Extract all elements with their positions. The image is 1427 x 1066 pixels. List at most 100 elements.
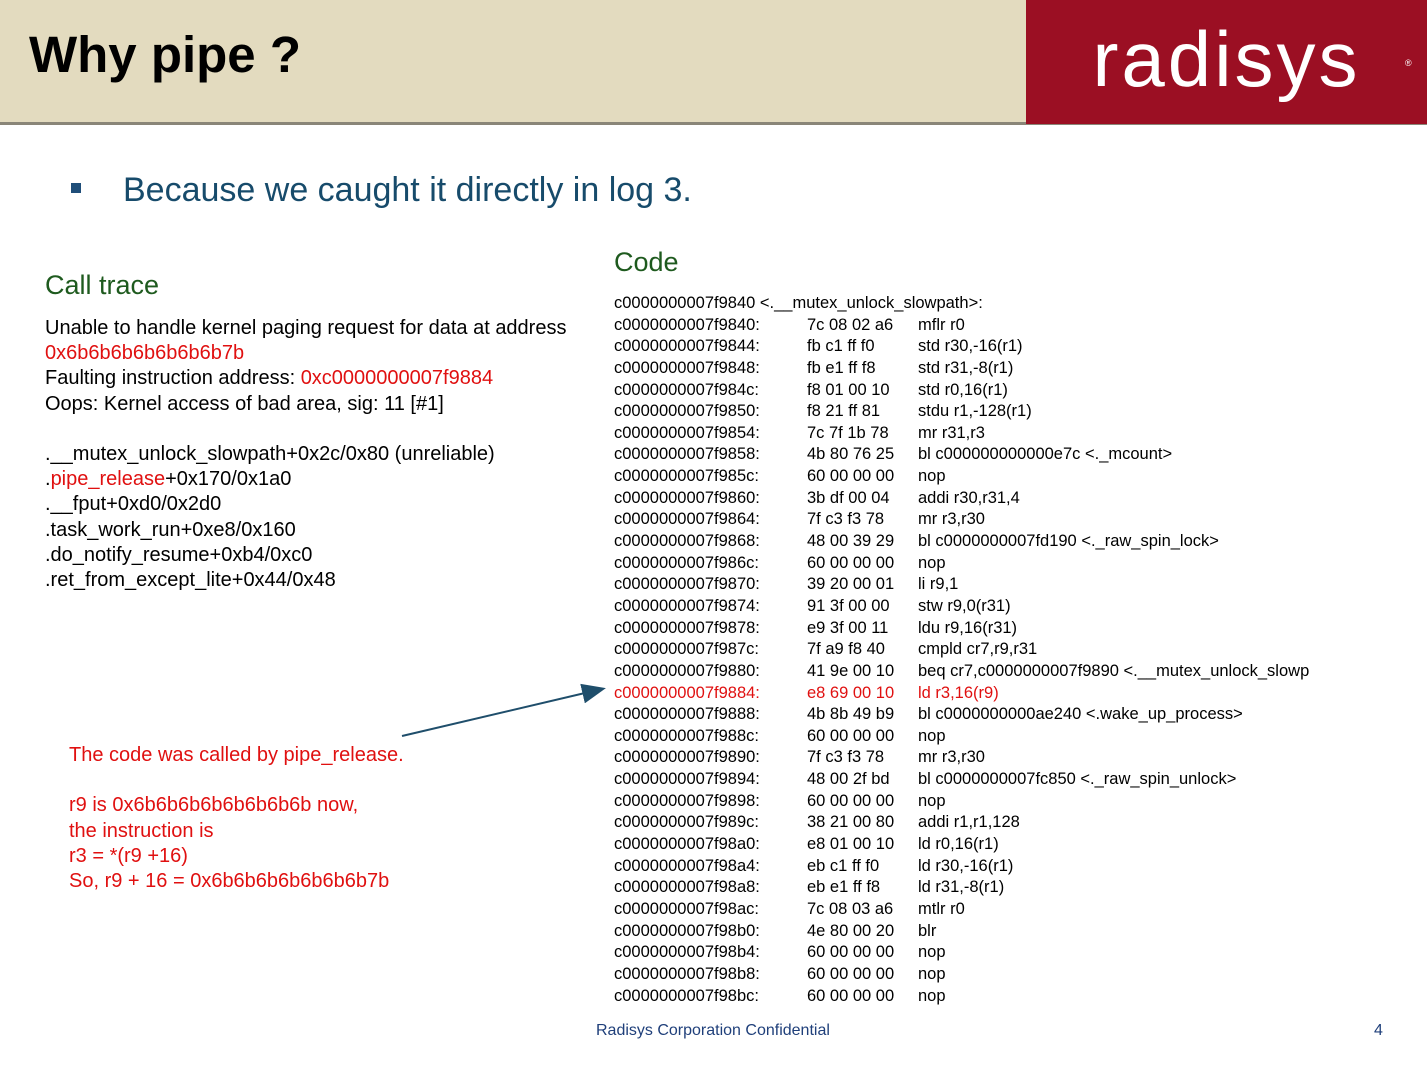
call-trace-highlight: 0xc0000000007f9884: [300, 367, 494, 390]
code-instruction: beq cr7,c0000000007f9890 <.__mutex_unloc…: [918, 661, 1310, 680]
call-trace-line: .__mutex_unlock_slowpath+0x2c/0x80 (unre…: [45, 442, 605, 467]
code-bytes: 4b 8b 49 b9: [807, 705, 895, 724]
code-bytes: fb c1 ff f0: [807, 337, 875, 356]
code-instruction: ld r31,-8(r1): [918, 878, 1005, 897]
code-instruction: ld r3,16(r9): [918, 683, 999, 702]
call-trace-heading: Call trace: [45, 270, 160, 300]
call-trace-text: .__fput+0xd0/0x2d0: [45, 493, 222, 516]
code-bytes: eb c1 ff f0: [807, 856, 880, 875]
code-row: c0000000007f98a0: e8 01 00 10 ld r0,16(r1): [614, 834, 1414, 856]
code-address: c0000000007f9854:: [614, 423, 760, 442]
code-address: c0000000007f987c:: [614, 640, 759, 659]
code-row: c0000000007f98b8: 60 00 00 00 nop: [614, 964, 1414, 986]
code-row: c0000000007f9848: fb e1 ff f8 std r31,-8(r…: [614, 358, 1414, 380]
code-bytes: 7c 7f 1b 78: [807, 423, 889, 442]
code-address: c0000000007f98b0:: [614, 921, 760, 940]
code-address: c0000000007f9848:: [614, 358, 760, 377]
code-instruction: ldu r9,16(r31): [918, 618, 1018, 637]
call-trace-highlight: 0x6b6b6b6b6b6b6b7b: [45, 342, 245, 365]
annotation-line: r9 is 0x6b6b6b6b6b6b6b6b now,: [69, 794, 359, 817]
code-bytes: 60 00 00 00: [807, 553, 895, 572]
annotation-line: [69, 768, 509, 793]
code-address: c0000000007f9894:: [614, 770, 760, 789]
call-trace-text: .ret_from_except_lite+0x44/0x48: [45, 568, 336, 591]
code-bytes: 4e 80 00 20: [807, 921, 895, 940]
code-address: c0000000007f9874:: [614, 596, 760, 615]
code-instruction: std r30,-16(r1): [918, 337, 1023, 356]
call-trace-line: Faulting instruction address: 0xc0000000…: [45, 366, 605, 391]
code-address: c0000000007f9898:: [614, 791, 760, 810]
code-bytes: 60 00 00 00: [807, 943, 895, 962]
code-row: c0000000007f9880: 41 9e 00 10 beq cr7,c000…: [614, 661, 1414, 683]
code-address: c0000000007f9870:: [614, 575, 760, 594]
code-address: c0000000007f9840:: [614, 315, 760, 334]
code-instruction: nop: [918, 964, 946, 983]
code-address: c0000000007f989c:: [614, 813, 759, 832]
code-address: c0000000007f9858:: [614, 445, 760, 464]
bullet-icon: [71, 183, 81, 193]
code-bytes: 60 00 00 00: [807, 791, 895, 810]
code-row: c0000000007f9894: 48 00 2f bd bl c00000000…: [614, 769, 1414, 791]
code-bytes: eb e1 ff f8: [807, 878, 881, 897]
code-address: c0000000007f9864:: [614, 510, 760, 529]
code-instruction: cmpld cr7,r9,r31: [918, 640, 1038, 659]
code-address: c0000000007f98b8:: [614, 964, 760, 983]
code-bytes: 7c 08 02 a6: [807, 315, 894, 334]
code-function-header: c0000000007f9840 <.__mutex_unlock_slowpa…: [614, 293, 1414, 315]
code-instruction: blr: [918, 921, 937, 940]
code-row: c0000000007f9870: 39 20 00 01 li r9,1: [614, 574, 1414, 596]
code-instruction: mr r3,r30: [918, 748, 985, 767]
code-row: c0000000007f98b0: 4e 80 00 20 blr: [614, 921, 1414, 943]
code-bytes: 60 00 00 00: [807, 467, 895, 486]
code-address: c0000000007f98a0:: [614, 835, 760, 854]
code-address: c0000000007f9884:: [614, 683, 760, 702]
code-bytes: f8 21 ff 81: [807, 402, 881, 421]
code-instruction: stdu r1,-128(r1): [918, 402, 1032, 421]
code-row: c0000000007f986c: 60 00 00 00 nop: [614, 553, 1414, 575]
code-instruction: std r0,16(r1): [918, 380, 1008, 399]
page-number: 4: [1374, 1022, 1383, 1039]
code-address: c0000000007f9850:: [614, 402, 760, 421]
code-instruction: mtlr r0: [918, 899, 965, 918]
code-row: c0000000007f9858: 4b 80 76 25 bl c00000000…: [614, 444, 1414, 466]
code-row: c0000000007f9840: 7c 08 02 a6 mflr r0: [614, 315, 1414, 337]
call-trace-line: .ret_from_except_lite+0x44/0x48: [45, 568, 605, 593]
footer-text: Radisys Corporation Confidential: [596, 1022, 830, 1039]
code-instruction: nop: [918, 553, 946, 572]
code-address: c0000000007f9878:: [614, 618, 760, 637]
logo-wordmark: radisys: [1092, 15, 1361, 103]
annotation-line: the instruction is: [69, 819, 214, 842]
call-trace-text: Oops: Kernel access of bad area, sig: 11…: [45, 392, 444, 415]
code-row: c0000000007f9854: 7c 7f 1b 78 mr r31,r3: [614, 423, 1414, 445]
code-instruction: nop: [918, 467, 946, 486]
code-instruction: bl c0000000007fc850 <._raw_spin_unlock>: [918, 770, 1237, 789]
code-bytes: 60 00 00 00: [807, 964, 895, 983]
code-bytes: 48 00 2f bd: [807, 770, 890, 789]
code-address: c0000000007f9888:: [614, 705, 760, 724]
registered-mark-icon: ®: [1405, 58, 1412, 68]
annotation-line: The code was called by pipe_release.: [69, 744, 404, 766]
code-bytes: 7c 08 03 a6: [807, 899, 894, 918]
code-bytes: e8 01 00 10: [807, 835, 895, 854]
call-trace-highlight: pipe_release: [50, 468, 166, 491]
code-address: c0000000007f98a8:: [614, 878, 760, 897]
slide-title: Why pipe ?: [29, 26, 301, 83]
code-instruction: nop: [918, 726, 946, 745]
code-row: c0000000007f9864: 7f c3 f3 78 mr r3,r30: [614, 509, 1414, 531]
code-bytes: 7f c3 f3 78: [807, 510, 885, 529]
code-bytes: 3b df 00 04: [807, 488, 890, 507]
code-instruction: addi r1,r1,128: [918, 813, 1020, 832]
code-row: c0000000007f98bc: 60 00 00 00 nop: [614, 986, 1414, 1008]
code-listing: c0000000007f9840 <.__mutex_unlock_slowpa…: [614, 293, 1414, 1007]
call-trace-line: .pipe_release+0x170/0x1a0: [45, 467, 605, 492]
code-instruction: nop: [918, 791, 946, 810]
code-row: c0000000007f9874: 91 3f 00 00 stw r9,0(r31…: [614, 596, 1414, 618]
code-bytes: 38 21 00 80: [807, 813, 895, 832]
code-instruction: bl c0000000007fd190 <._raw_spin_lock>: [918, 532, 1219, 551]
code-instruction: mr r3,r30: [918, 510, 985, 529]
call-trace-line: Oops: Kernel access of bad area, sig: 11…: [45, 392, 605, 417]
code-address: c0000000007f9868:: [614, 532, 760, 551]
code-row: c0000000007f9850: f8 21 ff 81 stdu r1,-128…: [614, 401, 1414, 423]
call-trace-text: .__mutex_unlock_slowpath+0x2c/0x80 (unre…: [45, 442, 495, 465]
code-row: c0000000007f98b4: 60 00 00 00 nop: [614, 942, 1414, 964]
